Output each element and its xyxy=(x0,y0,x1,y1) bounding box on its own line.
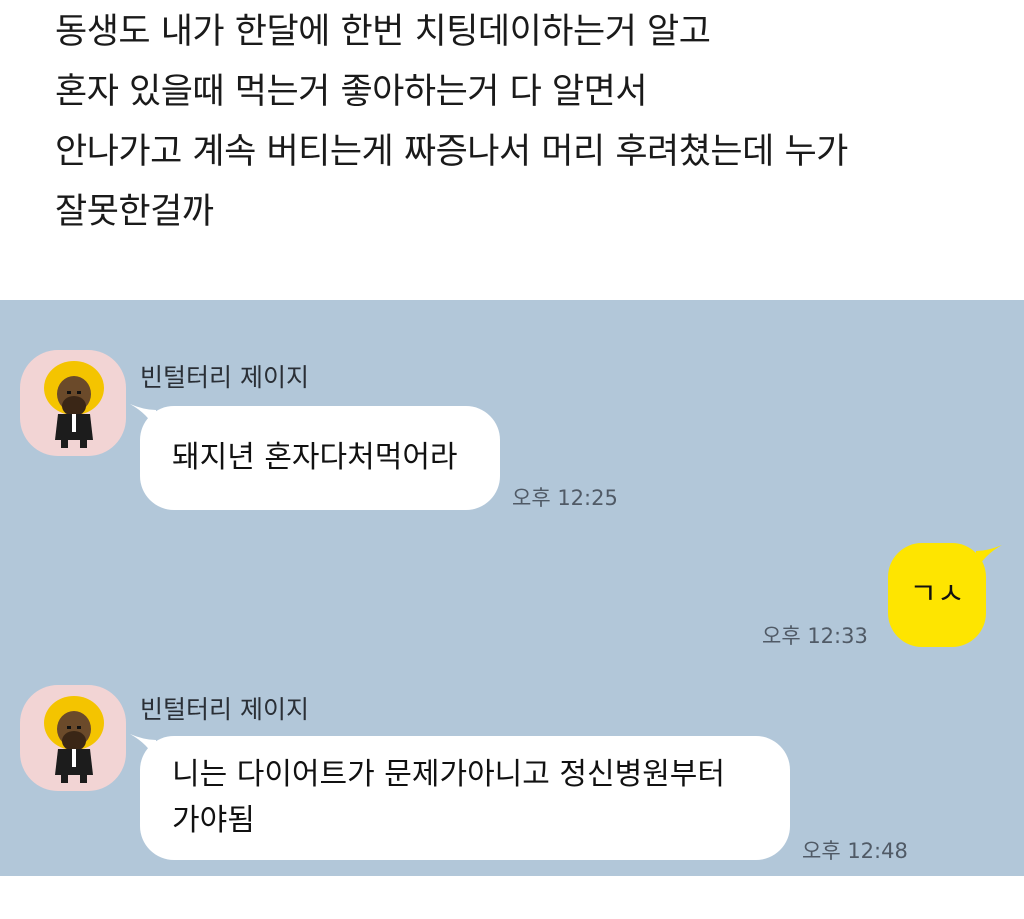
message-time: 오후 12:25 xyxy=(512,486,618,510)
message-text: 가야됨 xyxy=(172,803,255,838)
bubble-tail xyxy=(976,545,1002,571)
bearded-man-avatar-icon[interactable] xyxy=(20,350,126,456)
post-body: 동생도 내가 한달에 한번 치팅데이하는거 알고 혼자 있을때 먹는거 좋아하는… xyxy=(55,2,1015,242)
bearded-man-avatar-icon[interactable] xyxy=(20,685,126,791)
sender-name: 빈털터리 제이지 xyxy=(140,363,309,392)
message-time: 오후 12:33 xyxy=(762,624,868,648)
post-line: 안나가고 계속 버티는게 짜증나서 머리 후려쳤는데 누가 xyxy=(55,132,848,172)
message-text: 돼지년 혼자다처먹어라 xyxy=(172,440,458,475)
sender-name: 빈털터리 제이지 xyxy=(140,695,309,724)
message-text: ㄱㅅ xyxy=(909,577,965,612)
message-time: 오후 12:48 xyxy=(802,839,908,863)
post-line: 혼자 있을때 먹는거 좋아하는거 다 알면서 xyxy=(55,72,648,112)
message-text: 니는 다이어트가 문제가아니고 정신병원부터 xyxy=(172,757,726,792)
chat-window: 빈털터리 제이지 돼지년 혼자다처먹어라 오후 12:25 ㄱㅅ 오후 12:3… xyxy=(0,300,1024,876)
post-line: 동생도 내가 한달에 한번 치팅데이하는거 알고 xyxy=(55,12,711,52)
post-line: 잘못한걸까 xyxy=(55,192,214,232)
message-bubble[interactable]: 돼지년 혼자다처먹어라 xyxy=(140,406,500,510)
message-bubble[interactable]: 니는 다이어트가 문제가아니고 정신병원부터 가야됨 xyxy=(140,736,790,860)
message-bubble-outgoing[interactable]: ㄱㅅ xyxy=(888,543,986,647)
